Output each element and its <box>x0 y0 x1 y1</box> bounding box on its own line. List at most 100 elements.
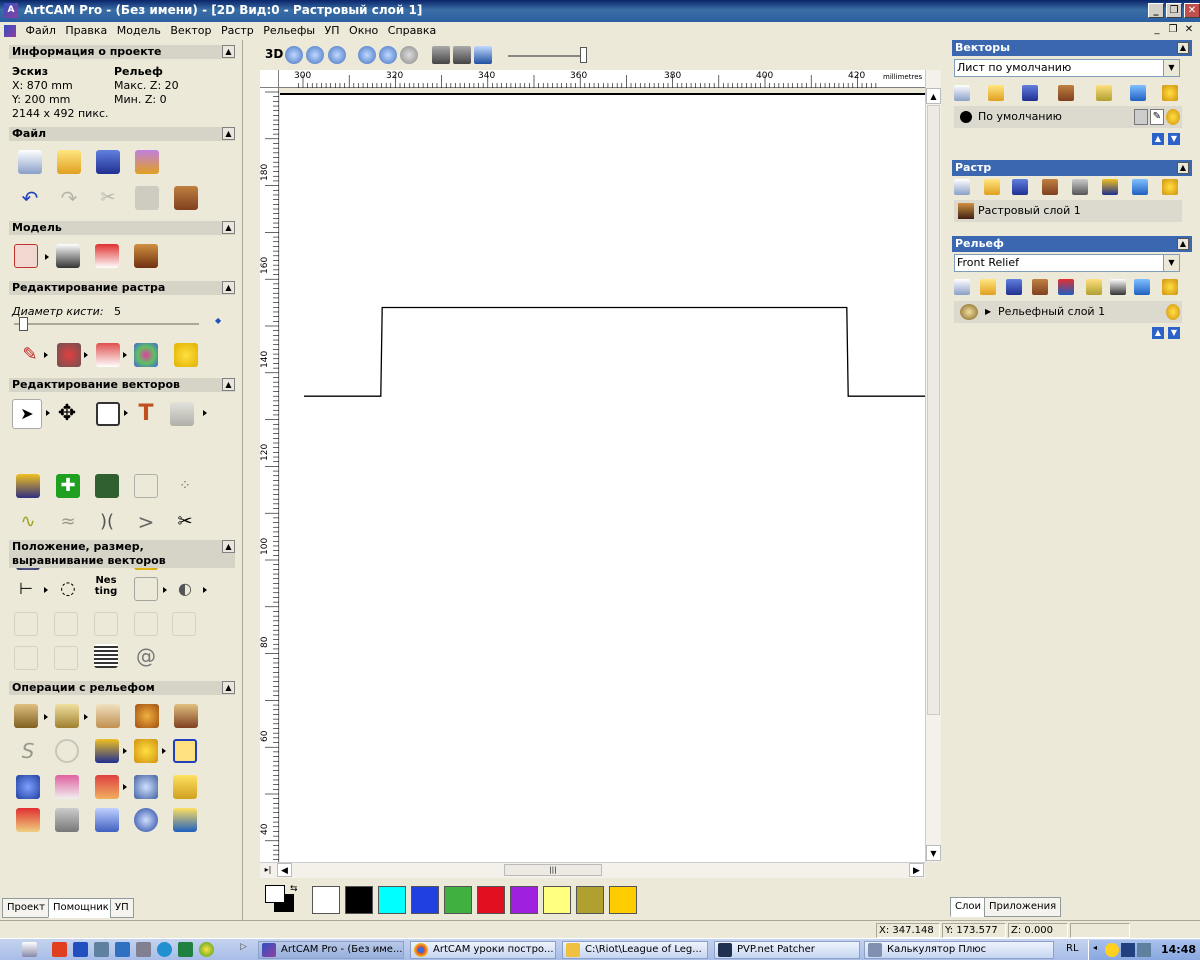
relief-plane-icon[interactable] <box>95 808 119 832</box>
taskbar-item-artcam[interactable]: ArtCAM Pro - (Без име... <box>258 941 404 959</box>
doc-icon[interactable] <box>0 22 19 39</box>
quicklaunch-explorer-icon[interactable] <box>115 942 130 957</box>
select-arrow-icon[interactable]: ➤ <box>12 399 42 429</box>
project-info-header[interactable]: Информация о проекте ▲ <box>9 45 235 59</box>
flyout-arrow-icon[interactable] <box>45 254 49 260</box>
flyout-arrow-icon[interactable] <box>84 352 88 358</box>
visibility-bulb-icon[interactable] <box>1166 109 1180 125</box>
collapse-icon[interactable]: ▲ <box>222 127 235 140</box>
taskbar-item-folder[interactable]: C:\Riot\League of Leg... <box>562 941 708 959</box>
relief-layer-icon[interactable] <box>173 775 197 799</box>
raster-panel-header[interactable]: Растр ▲ <box>952 160 1192 176</box>
tab-toolpaths[interactable]: УП <box>110 898 134 918</box>
menu-model[interactable]: Модель <box>114 22 164 39</box>
mdi-minimize-button[interactable]: _ <box>1150 24 1164 37</box>
spiral-icon[interactable]: @ <box>134 644 158 668</box>
lock-icon[interactable] <box>1134 109 1148 125</box>
open-vector-layer-icon[interactable] <box>988 85 1004 101</box>
close-button[interactable]: ✕ <box>1184 3 1200 18</box>
bitmap-to-vector-icon[interactable] <box>16 474 40 498</box>
horizontal-scroll-thumb[interactable]: ||| <box>504 864 602 876</box>
horizontal-scrollbar[interactable]: ▸| ◀ ||| ▶ <box>260 862 925 878</box>
open-raster-layer-icon[interactable] <box>984 179 1000 195</box>
edit-pencil-icon[interactable]: ✎ <box>1150 109 1164 125</box>
vector-layer-default[interactable]: По умолчанию ✎ <box>954 106 1182 128</box>
paste-icon[interactable] <box>174 186 198 210</box>
shape-editor-icon[interactable] <box>14 704 38 728</box>
view-3d-button[interactable]: 3D <box>265 47 283 61</box>
brush-slider-thumb[interactable] <box>19 317 28 331</box>
collapse-icon[interactable]: ▲ <box>222 281 235 294</box>
pencil-icon[interactable]: ✎ <box>18 343 42 367</box>
undo-icon[interactable]: ↶ <box>18 186 42 210</box>
model-color-icon[interactable] <box>95 244 119 268</box>
collapse-icon[interactable]: ▲ <box>1177 238 1189 250</box>
zoom-previous-icon[interactable] <box>358 46 376 64</box>
save-vector-layer-icon[interactable] <box>1022 85 1038 101</box>
relief-texture-icon[interactable] <box>134 775 158 799</box>
save-icon[interactable] <box>96 150 120 174</box>
wave-fill-icon[interactable] <box>94 644 118 668</box>
save-raster-layer-icon[interactable] <box>1012 179 1028 195</box>
join-vectors-icon[interactable]: )( <box>95 510 119 534</box>
relief-star-icon[interactable] <box>16 775 40 799</box>
vector-sheet-select[interactable]: Лист по умолчанию ▼ <box>954 59 1180 77</box>
quicklaunch-skype-icon[interactable] <box>157 942 172 957</box>
flyout-arrow-icon[interactable] <box>44 587 48 593</box>
language-indicator[interactable]: RL <box>1066 943 1079 954</box>
menu-reliefs[interactable]: Рельефы <box>260 22 318 39</box>
flyout-arrow-icon[interactable] <box>44 714 48 720</box>
merge-vector-layer-icon[interactable] <box>1058 85 1074 101</box>
delete-raster-layer-icon[interactable] <box>1132 179 1148 195</box>
tab-assistant[interactable]: Помощник <box>48 898 114 918</box>
new-relief-layer-icon[interactable] <box>954 279 970 295</box>
raster-layer-1[interactable]: Растровый слой 1 <box>954 200 1182 222</box>
position-section-header[interactable]: Положение, размер, выравнивание векторов… <box>9 540 235 568</box>
move-up-icon[interactable]: ▲ <box>1152 327 1164 339</box>
transform-icon[interactable]: ✥ <box>55 402 79 426</box>
relief-view-icon[interactable] <box>453 46 471 64</box>
menu-file[interactable]: Файл <box>23 22 59 39</box>
add-vector-icon[interactable]: ✚ <box>56 474 80 498</box>
relief-export-icon[interactable] <box>173 808 197 832</box>
delete-relief-layer-icon[interactable] <box>1134 279 1150 295</box>
delete-vector-layer-icon[interactable] <box>1130 85 1146 101</box>
zoom-out-icon[interactable] <box>306 46 324 64</box>
artcam-app-icon[interactable]: A <box>4 3 18 18</box>
relief-ops-section-header[interactable]: Операции с рельефом ▲ <box>9 681 235 695</box>
quicklaunch-office-icon[interactable] <box>52 942 67 957</box>
collapse-icon[interactable]: ▲ <box>1177 162 1189 174</box>
project-settings-icon[interactable] <box>135 150 159 174</box>
taskbar-item-chrome[interactable]: ArtCAM уроки постро... <box>410 941 556 959</box>
layer-color-dot[interactable] <box>960 111 972 123</box>
raster-layer-image-icon[interactable] <box>1102 179 1118 195</box>
tray-icon-2[interactable] <box>1121 943 1135 957</box>
rectangle-icon[interactable] <box>96 402 120 426</box>
two-rail-sweep-icon[interactable] <box>96 704 120 728</box>
relief-layer-light-icon[interactable] <box>1162 279 1178 295</box>
flyout-arrow-icon[interactable] <box>123 748 127 754</box>
menu-edit[interactable]: Правка <box>62 22 110 39</box>
color-swatch[interactable] <box>510 886 538 914</box>
swap-colors-icon[interactable]: ⇆ <box>290 884 298 894</box>
flyout-arrow-icon[interactable] <box>44 352 48 358</box>
menu-vector[interactable]: Вектор <box>167 22 214 39</box>
relief-panel-header[interactable]: Рельеф ▲ <box>952 236 1192 252</box>
relief-clipart-icon[interactable] <box>55 775 79 799</box>
turn-icon[interactable] <box>174 704 198 728</box>
tray-arrow-icon[interactable]: ◂ <box>1093 943 1105 957</box>
color-swatch[interactable] <box>576 886 604 914</box>
flyout-arrow-icon[interactable] <box>203 410 207 416</box>
flyout-arrow-icon[interactable] <box>203 587 207 593</box>
color-swatch[interactable] <box>444 886 472 914</box>
scroll-down-icon[interactable]: ▼ <box>926 845 941 861</box>
expand-arrow-icon[interactable]: ▶ <box>985 301 991 323</box>
relief-layer-stack-icon[interactable] <box>1058 279 1074 295</box>
fill-icon[interactable] <box>174 343 198 367</box>
drawing-canvas[interactable] <box>280 93 925 862</box>
extrude-icon[interactable] <box>55 704 79 728</box>
fade-icon[interactable] <box>134 739 158 763</box>
scissors-icon[interactable]: ✂ <box>173 510 197 534</box>
raster-layer-view-icon[interactable] <box>1072 179 1088 195</box>
scroll-up-icon[interactable]: ▲ <box>926 88 941 104</box>
